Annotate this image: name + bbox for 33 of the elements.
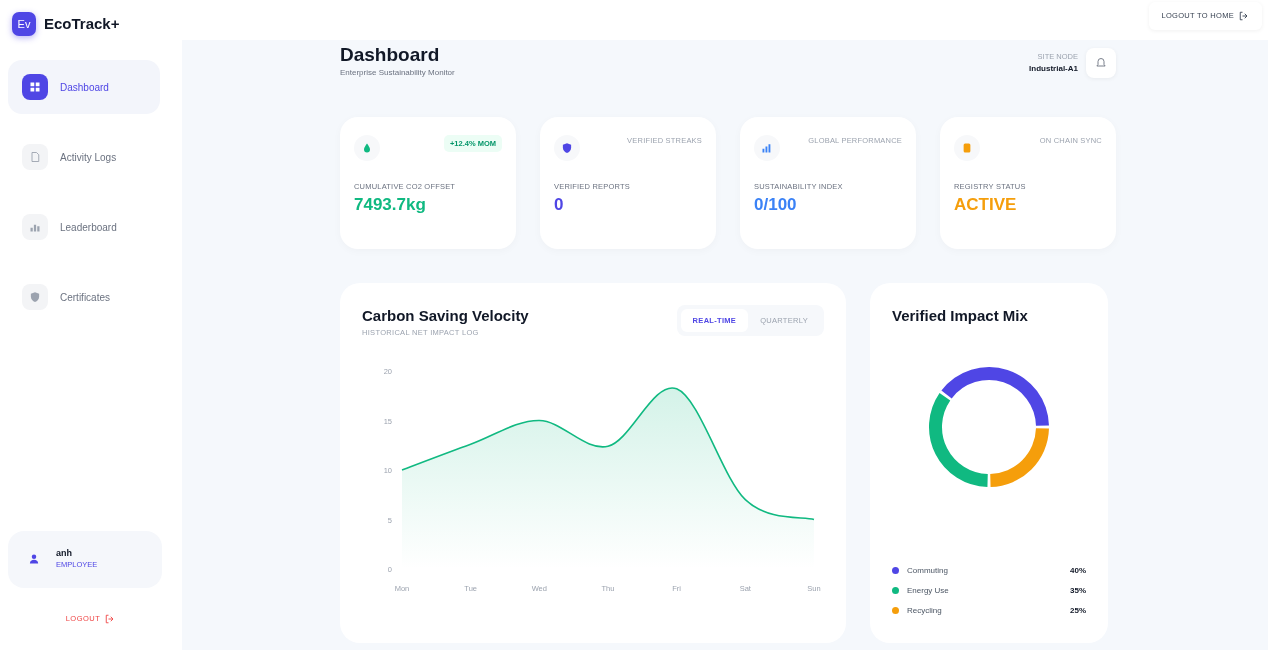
notification-button[interactable] <box>1086 48 1116 78</box>
page-subtitle: Enterprise Sustainability Monitor <box>340 66 455 79</box>
legend-value: 35% <box>1070 584 1086 597</box>
legend-label: Energy Use <box>907 584 950 597</box>
stat-value: ACTIVE <box>954 194 1018 217</box>
document-icon <box>29 151 41 163</box>
sidebar-item[interactable]: Certificates <box>8 270 160 324</box>
user-name: anh <box>56 548 73 559</box>
stat-value: 0 <box>554 194 565 217</box>
grid-icon <box>29 81 41 93</box>
exit-icon <box>1238 10 1250 22</box>
bar-chart-icon <box>761 141 773 154</box>
sidebar-item[interactable]: Leaderboard <box>8 200 160 254</box>
shield-icon <box>29 291 41 303</box>
stat-value: 7493.7kg <box>354 194 427 217</box>
page-title: Dashboard <box>340 44 441 67</box>
badge-icon <box>961 141 973 154</box>
legend-value: 25% <box>1070 604 1086 617</box>
legend-label: Recycling <box>907 604 943 617</box>
drop-icon <box>361 141 373 154</box>
shield-icon <box>561 141 573 154</box>
user-icon <box>28 553 40 566</box>
stat-value: 0/100 <box>754 194 798 217</box>
bell-icon <box>1095 57 1107 69</box>
site-value: Industrial-A1 <box>1029 62 1078 75</box>
sidebar-item[interactable]: Activity Logs <box>8 130 160 184</box>
chart-title: Carbon Saving Velocity <box>362 305 529 326</box>
brand-name: EcoTrack+ <box>44 13 120 34</box>
logo-icon: Ev <box>12 12 36 36</box>
legend-label: Commuting <box>907 564 949 577</box>
legend-value: 40% <box>1070 564 1086 577</box>
chart-title: Verified Impact Mix <box>892 305 1029 326</box>
sidebar-item[interactable]: Dashboard <box>8 60 160 114</box>
